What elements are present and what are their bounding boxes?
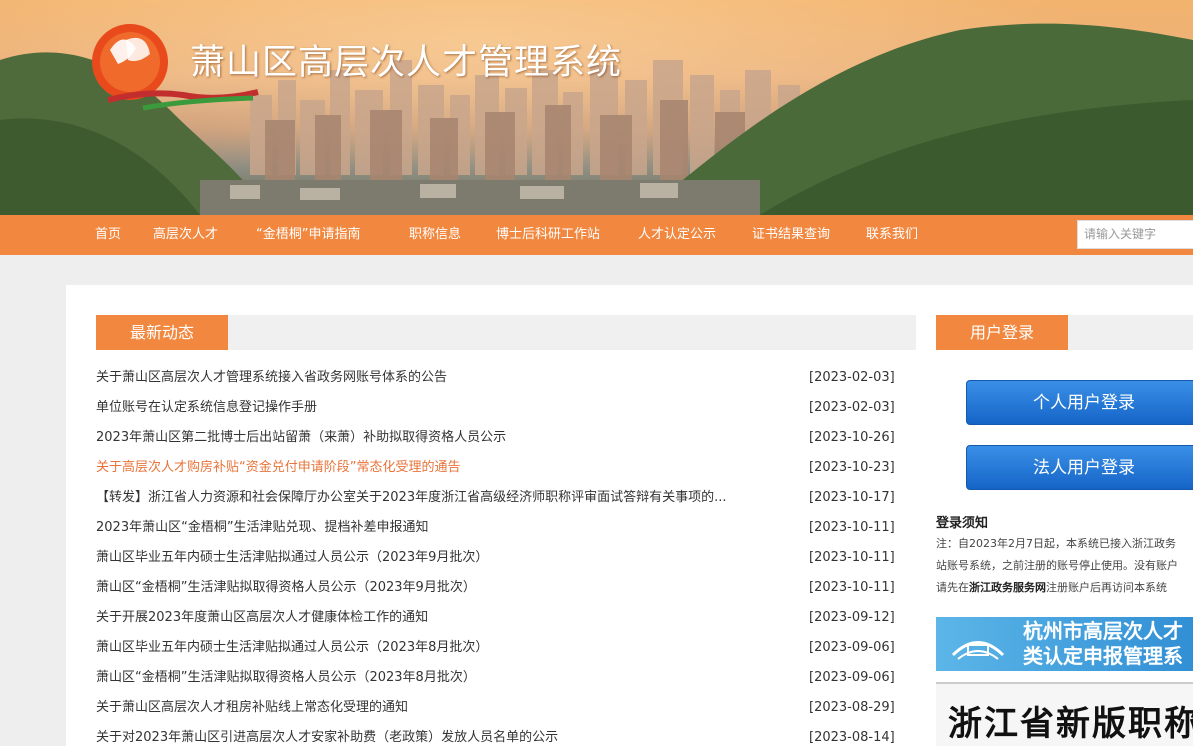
news-item-title[interactable]: 关于萧山区高层次人才租房补贴线上常态化受理的通知	[96, 693, 776, 723]
news-item-title[interactable]: 关于高层次人才购房补贴“资金兑付申请阶段”常态化受理的通告	[96, 453, 776, 483]
notice-text: 注册账户后再访问本系统	[1046, 581, 1167, 594]
news-item-date: [2023-09-12]	[809, 610, 895, 625]
news-item[interactable]: 关于萧山区高层次人才租房补贴线上常态化受理的通知 [2023-08-29]	[96, 693, 896, 723]
news-section-title: 最新动态	[96, 315, 228, 350]
login-notice-line: 请先在浙江政务服务网注册账户后再访问本系统	[936, 579, 1167, 595]
news-item-title[interactable]: 2023年萧山区“金梧桐”生活津贴兑现、提档补差申报通知	[96, 513, 776, 543]
news-item-title[interactable]: 萧山区“金梧桐”生活津贴拟取得资格人员公示（2023年9月批次）	[96, 573, 776, 603]
nav-item-certification[interactable]: 人才认定公示	[638, 215, 716, 255]
news-item-title[interactable]: 关于开展2023年度萧山区高层次人才健康体检工作的通知	[96, 603, 776, 633]
news-item[interactable]: 【转发】浙江省人力资源和社会保障厅办公室关于2023年度浙江省高级经济师职称评审…	[96, 483, 896, 513]
news-item-date: [2023-02-03]	[809, 370, 895, 385]
nav-item-talent[interactable]: 高层次人才	[153, 215, 218, 255]
login-notice-title: 登录须知	[936, 516, 989, 531]
news-item-date: [2023-09-06]	[809, 640, 895, 655]
news-item-title[interactable]: 萧山区毕业五年内硕士生活津贴拟通过人员公示（2023年8月批次）	[96, 633, 776, 663]
ad-line: 类认定申报管理系	[1023, 644, 1183, 668]
news-item-date: [2023-08-29]	[809, 700, 895, 715]
news-item-date: [2023-10-23]	[809, 460, 895, 475]
news-item-title[interactable]: 单位账号在认定系统信息登记操作手册	[96, 393, 776, 423]
news-item[interactable]: 萧山区“金梧桐”生活津贴拟取得资格人员公示（2023年9月批次） [2023-1…	[96, 573, 896, 603]
news-item[interactable]: 单位账号在认定系统信息登记操作手册 [2023-02-03]	[96, 393, 896, 423]
news-item[interactable]: 2023年萧山区“金梧桐”生活津贴兑现、提档补差申报通知 [2023-10-11…	[96, 513, 896, 543]
news-item-date: [2023-10-11]	[809, 520, 895, 535]
search-input[interactable]: 请输入关键字	[1077, 220, 1193, 249]
news-item[interactable]: 关于萧山区高层次人才管理系统接入省政务网账号体系的公告 [2023-02-03]	[96, 363, 896, 393]
zhejiang-title-system-banner[interactable]: 浙江省新版职称系	[936, 682, 1193, 746]
hangzhou-emblem-icon	[951, 641, 1005, 660]
news-item[interactable]: 关于高层次人才购房补贴“资金兑付申请阶段”常态化受理的通告 [2023-10-2…	[96, 453, 896, 483]
nav-item-postdoc[interactable]: 博士后科研工作站	[496, 215, 600, 255]
corporate-login-button[interactable]: 法人用户登录	[966, 445, 1193, 490]
main-nav: 首页 高层次人才 “金梧桐”申请指南 职称信息 博士后科研工作站 人才认定公示 …	[0, 215, 1193, 255]
news-item-title[interactable]: 关于对2023年萧山区引进高层次人才安家补助费（老政策）发放人员名单的公示	[96, 723, 776, 746]
nav-item-golden-guide[interactable]: “金梧桐”申请指南	[256, 215, 360, 255]
ad-text: 浙江省新版职称系	[948, 704, 1193, 744]
news-item[interactable]: 萧山区毕业五年内硕士生活津贴拟通过人员公示（2023年9月批次） [2023-1…	[96, 543, 896, 573]
personal-login-button[interactable]: 个人用户登录	[966, 380, 1193, 425]
login-notice-line: 注：自2023年2月7日起，本系统已接入浙江政务	[936, 537, 1176, 550]
nav-item-contact[interactable]: 联系我们	[866, 215, 918, 255]
hangzhou-talent-system-banner[interactable]: 杭州市高层次人才 类认定申报管理系	[936, 617, 1193, 671]
news-item-title[interactable]: 萧山区毕业五年内硕士生活津贴拟通过人员公示（2023年9月批次）	[96, 543, 776, 573]
ad-line: 杭州市高层次人才	[1023, 619, 1183, 643]
news-item-date: [2023-10-17]	[809, 490, 895, 505]
header-banner: 萧山区高层次人才管理系统	[0, 0, 1193, 215]
news-item-date: [2023-10-26]	[809, 430, 895, 445]
news-item-title[interactable]: 【转发】浙江省人力资源和社会保障厅办公室关于2023年度浙江省高级经济师职称评审…	[96, 483, 776, 513]
login-section-title: 用户登录	[936, 315, 1068, 350]
zhejiang-service-link[interactable]: 浙江政务服务网	[969, 581, 1046, 594]
news-item-title[interactable]: 萧山区“金梧桐”生活津贴拟取得资格人员公示（2023年8月批次）	[96, 663, 776, 693]
news-item-date: [2023-08-14]	[809, 730, 895, 745]
news-item-title[interactable]: 2023年萧山区第二批博士后出站留萧（来萧）补助拟取得资格人员公示	[96, 423, 776, 453]
news-item[interactable]: 关于开展2023年度萧山区高层次人才健康体检工作的通知 [2023-09-12]	[96, 603, 896, 633]
news-item[interactable]: 2023年萧山区第二批博士后出站留萧（来萧）补助拟取得资格人员公示 [2023-…	[96, 423, 896, 453]
nav-item-home[interactable]: 首页	[95, 215, 121, 255]
news-item[interactable]: 关于对2023年萧山区引进高层次人才安家补助费（老政策）发放人员名单的公示 [2…	[96, 723, 896, 746]
news-item-date: [2023-09-06]	[809, 670, 895, 685]
news-item-date: [2023-02-03]	[809, 400, 895, 415]
news-item[interactable]: 萧山区毕业五年内硕士生活津贴拟通过人员公示（2023年8月批次） [2023-0…	[96, 633, 896, 663]
news-item[interactable]: 萧山区“金梧桐”生活津贴拟取得资格人员公示（2023年8月批次） [2023-0…	[96, 663, 896, 693]
login-notice-line: 站账号系统，之前注册的账号停止使用。没有账户	[936, 559, 1178, 572]
news-item-date: [2023-10-11]	[809, 550, 895, 565]
news-item-date: [2023-10-11]	[809, 580, 895, 595]
news-item-title[interactable]: 关于萧山区高层次人才管理系统接入省政务网账号体系的公告	[96, 363, 776, 393]
nav-item-title-info[interactable]: 职称信息	[409, 215, 461, 255]
site-title: 萧山区高层次人才管理系统	[190, 43, 623, 83]
notice-text: 请先在	[936, 581, 969, 594]
nav-item-cert-query[interactable]: 证书结果查询	[752, 215, 830, 255]
